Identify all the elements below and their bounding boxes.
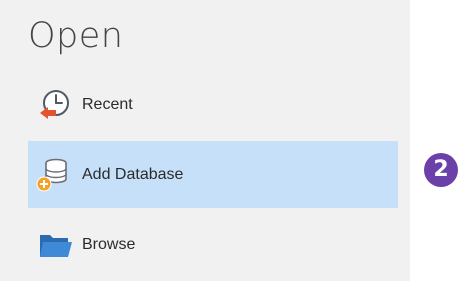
menu-item-add-database-label: Add Database	[82, 165, 184, 183]
folder-icon	[34, 225, 74, 265]
page-title: Open	[28, 16, 124, 56]
clock-arrow-icon	[34, 85, 74, 125]
open-panel: Open Recent Add Database Browse	[0, 0, 410, 281]
menu-item-browse[interactable]: Browse	[28, 211, 398, 278]
menu-item-recent[interactable]: Recent	[28, 71, 398, 138]
menu-item-recent-label: Recent	[82, 95, 133, 113]
open-page: Open Recent Add Database Browse 2	[0, 0, 463, 281]
menu-item-add-database[interactable]: Add Database	[28, 141, 398, 208]
step-number-badge: 2	[424, 153, 458, 187]
database-add-icon	[34, 155, 74, 195]
menu-item-browse-label: Browse	[82, 235, 136, 253]
